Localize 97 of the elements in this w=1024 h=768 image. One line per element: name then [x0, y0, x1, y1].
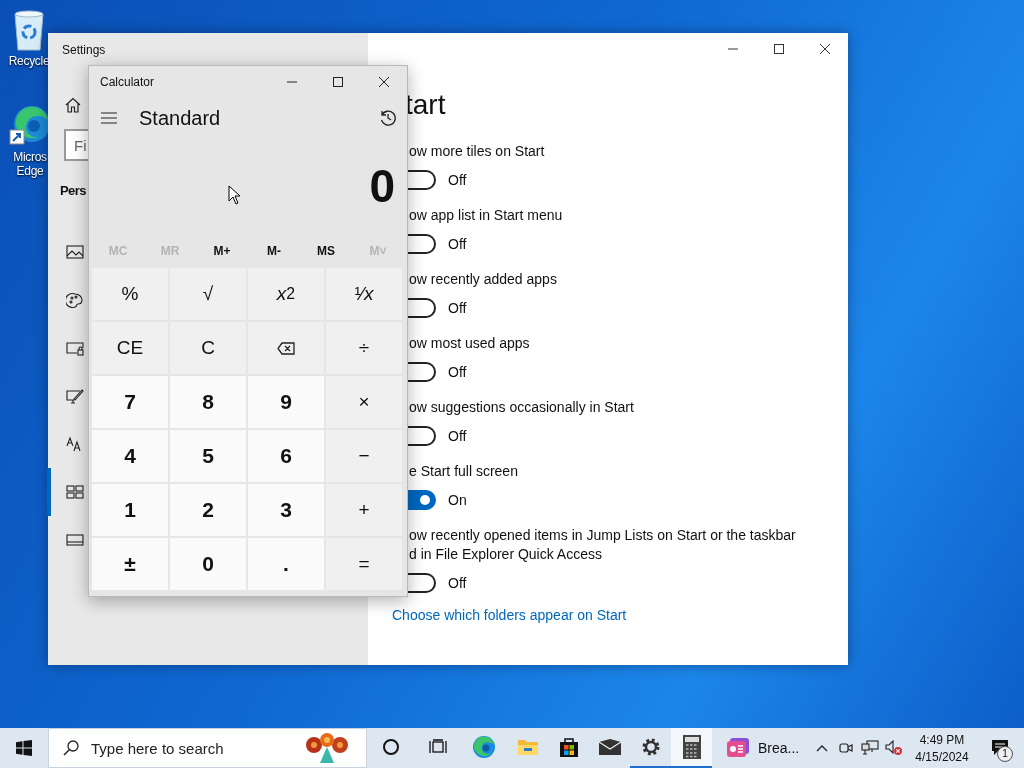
- operator-key[interactable]: √: [170, 268, 246, 320]
- operator-key[interactable]: C: [170, 322, 246, 374]
- clock-time: 4:49 PM: [919, 732, 965, 747]
- window-title: Calculator: [99, 75, 155, 89]
- toggle-switch[interactable]: [408, 490, 436, 510]
- envelope-icon: [597, 738, 622, 756]
- notifications-button[interactable]: 1: [978, 728, 1022, 768]
- setting-label: ow suggestions occasionally in Start: [409, 398, 634, 417]
- palette-icon: [66, 292, 84, 308]
- notification-count: 1: [997, 746, 1013, 762]
- setting-label: e Start full screen: [409, 462, 518, 481]
- memory-button[interactable]: M-: [248, 234, 300, 268]
- taskbar-icon: [66, 532, 84, 548]
- setting-label: ow recently opened items in Jump Lists on Start or the taskbar d in File Explorer Quick Access: [409, 526, 796, 564]
- digit-key[interactable]: .: [248, 538, 324, 590]
- brush-monitor-icon: [66, 388, 84, 404]
- digit-key[interactable]: 0: [170, 538, 246, 590]
- calculator-icon: [682, 735, 701, 759]
- operator-key[interactable]: ÷: [326, 322, 402, 374]
- lock-screen-icon: [66, 340, 84, 356]
- taskbar-window-button[interactable]: Brea...: [712, 728, 810, 768]
- close-icon: [379, 77, 389, 87]
- operator-key[interactable]: ×: [326, 376, 402, 428]
- search-field[interactable]: Fi: [64, 129, 88, 161]
- memory-button[interactable]: M+: [196, 234, 248, 268]
- digit-key[interactable]: 6: [248, 430, 324, 482]
- memory-button[interactable]: MS: [300, 234, 352, 268]
- maximize-icon: [333, 77, 343, 87]
- clock-button[interactable]: 4:49 PM 4/15/2024: [906, 728, 978, 768]
- toggle-switch[interactable]: [408, 573, 436, 593]
- operator-key[interactable]: +: [326, 484, 402, 536]
- clock-date: 4/15/2024: [915, 749, 969, 764]
- camera-icon: [838, 740, 854, 756]
- volume-muted-icon: [885, 740, 903, 756]
- menu-icon[interactable]: [101, 112, 117, 124]
- close-icon: [820, 44, 830, 54]
- toggle-state: Off: [448, 575, 467, 591]
- backspace-button[interactable]: [248, 322, 324, 374]
- search-icon: [63, 740, 79, 756]
- app-icon: [726, 737, 750, 759]
- font-icon: [66, 436, 84, 452]
- maximize-icon: [774, 44, 784, 54]
- digit-key[interactable]: 1: [92, 484, 168, 536]
- toggle-state: Off: [448, 172, 467, 188]
- section-title: Pers: [60, 183, 86, 198]
- browser-icon: [472, 735, 496, 759]
- setting-label: ow recently added apps: [409, 270, 557, 289]
- result-display: 0: [369, 159, 395, 214]
- shopping-bag-icon: [557, 736, 580, 758]
- toggle-state: Off: [448, 428, 467, 444]
- circle-icon: [382, 738, 400, 756]
- toggle-state: Off: [448, 236, 467, 252]
- history-icon[interactable]: [379, 109, 397, 127]
- digit-key[interactable]: 7: [92, 376, 168, 428]
- search-box[interactable]: Type here to search: [48, 728, 367, 768]
- digit-key[interactable]: 9: [248, 376, 324, 428]
- folders-link[interactable]: Choose which folders appear on Start: [392, 607, 627, 623]
- picture-icon: [66, 244, 84, 260]
- setting-label: ow app list in Start menu: [409, 206, 563, 225]
- taskbar-app-button[interactable]: [671, 728, 712, 768]
- digit-key[interactable]: ±: [92, 538, 168, 590]
- home-icon[interactable]: [65, 97, 81, 113]
- network-icon: [861, 740, 879, 756]
- toggle-switch[interactable]: [408, 362, 436, 382]
- desktop-icon-label[interactable]: Micros Edge: [13, 150, 47, 178]
- digit-key[interactable]: 4: [92, 430, 168, 482]
- operator-key[interactable]: −: [326, 430, 402, 482]
- toggle-state: Off: [448, 364, 467, 380]
- window-title: Settings: [61, 42, 107, 59]
- toggle-switch[interactable]: [408, 170, 436, 190]
- chevron-up-icon: [816, 744, 828, 752]
- digit-key[interactable]: 3: [248, 484, 324, 536]
- toggle-switch[interactable]: [408, 298, 436, 318]
- flower-icon: [304, 731, 350, 765]
- mouse-cursor-icon: [228, 185, 241, 205]
- tiles-icon: [66, 484, 84, 500]
- operator-key[interactable]: ¹⁄x: [326, 268, 402, 320]
- search-field[interactable]: Type here to search: [89, 738, 293, 758]
- operator-key[interactable]: %: [92, 268, 168, 320]
- toggle-state: Off: [448, 300, 467, 316]
- digit-key[interactable]: 5: [170, 430, 246, 482]
- operator-key[interactable]: =: [326, 538, 402, 590]
- digit-key[interactable]: 2: [170, 484, 246, 536]
- mode-title: Standard: [139, 106, 222, 130]
- desktop-icon-label[interactable]: Recycle: [8, 54, 50, 68]
- backspace-icon: [277, 341, 295, 355]
- setting-label: ow most used apps: [409, 334, 530, 353]
- operator-key[interactable]: CE: [92, 322, 168, 374]
- toggle-switch[interactable]: [408, 426, 436, 446]
- toggle-switch[interactable]: [408, 234, 436, 254]
- windows-logo-icon: [16, 740, 32, 756]
- gear-icon: [640, 737, 661, 757]
- folder-icon: [516, 737, 539, 757]
- task-view-icon: [429, 739, 447, 755]
- digit-key[interactable]: 8: [170, 376, 246, 428]
- setting-label: ow more tiles on Start: [409, 142, 545, 161]
- toggle-state: On: [448, 492, 467, 508]
